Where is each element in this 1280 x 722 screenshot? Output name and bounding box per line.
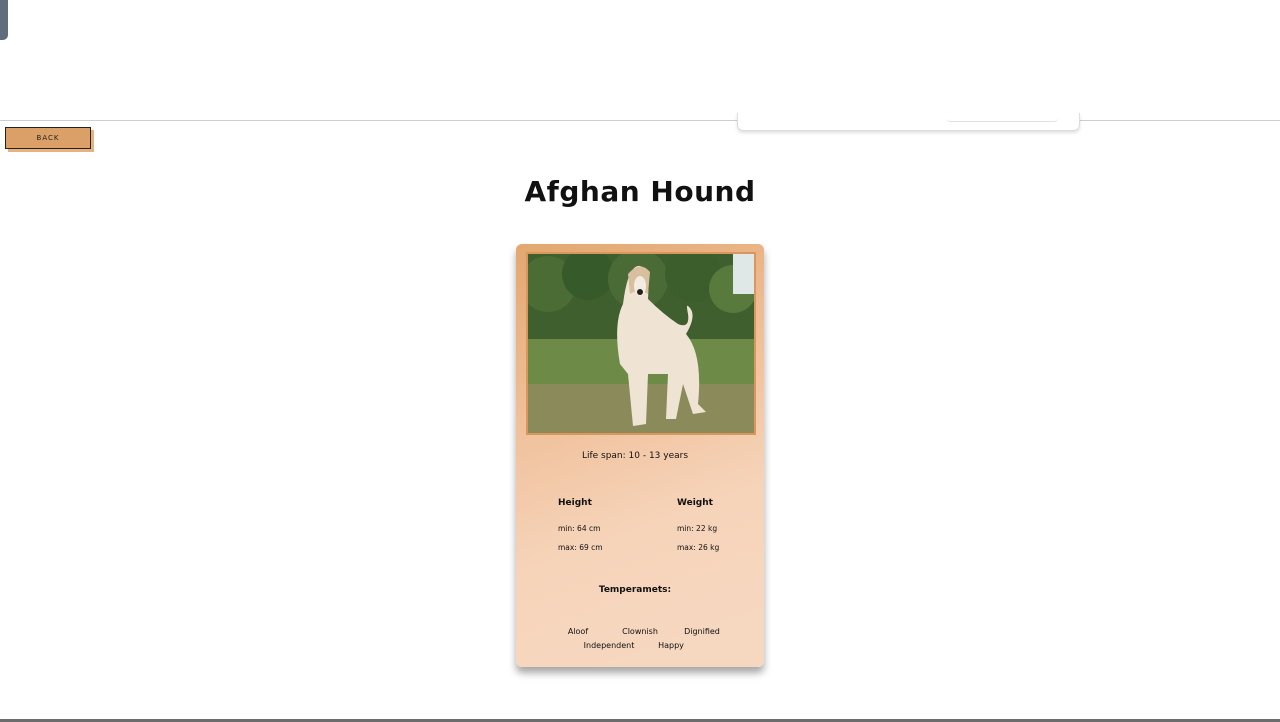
temperament-item: Happy (658, 641, 684, 650)
temperament-item: Independent (583, 641, 635, 650)
height-section: Height min: 64 cm max: 69 cm (558, 498, 603, 562)
temperament-list: Aloof Clownish Dignified Independent Hap… (546, 625, 734, 653)
page-title: Afghan Hound (524, 175, 756, 208)
height-label: Height (558, 498, 592, 508)
height-min: min: 64 cm (558, 524, 601, 533)
header-divider (0, 120, 1280, 121)
temperament-item: Clownish (622, 627, 658, 636)
back-button[interactable]: BACK (5, 127, 91, 149)
temperament-item: Aloof (567, 627, 589, 636)
weight-label: Weight (677, 498, 713, 508)
search-dropdown-inner (946, 113, 1058, 122)
breed-card: Life span: 10 - 13 years Height min: 64 … (516, 244, 764, 667)
weight-section: Weight min: 22 kg max: 26 kg (677, 498, 719, 562)
search-dropdown-panel (737, 113, 1080, 131)
weight-max: max: 26 kg (677, 543, 720, 552)
dog-image (528, 254, 754, 433)
weight-min: min: 22 kg (677, 524, 718, 533)
life-span: Life span: 10 - 13 years (581, 451, 689, 461)
height-max: max: 69 cm (558, 543, 603, 552)
temperament-title: Temperamets: (598, 585, 672, 595)
corner-tab (0, 0, 8, 40)
breed-photo (526, 252, 756, 435)
temperament-item: Dignified (684, 627, 720, 636)
